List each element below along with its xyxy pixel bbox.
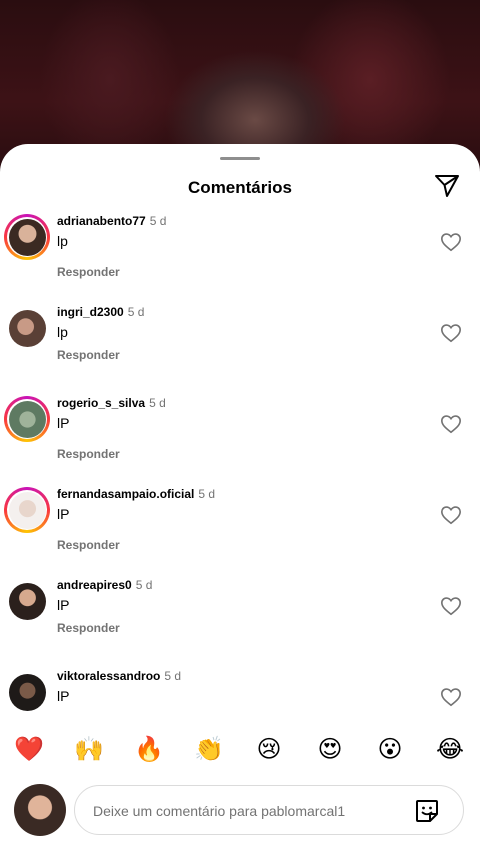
comment-item: adrianabento77 5 d lp Responder — [0, 212, 480, 302]
comment-text: lp — [57, 324, 68, 340]
share-button[interactable] — [432, 172, 462, 200]
paper-plane-icon — [435, 175, 459, 197]
comment-text: lP — [57, 415, 70, 431]
comment-list[interactable]: adrianabento77 5 d lp Responder ingri_d23… — [0, 212, 480, 712]
avatar[interactable] — [4, 669, 50, 712]
comment-time: 5 d — [149, 396, 166, 410]
comment-text: lP — [57, 506, 70, 522]
reply-button[interactable]: Responder — [57, 538, 120, 552]
comment-username[interactable]: rogerio_s_silva — [57, 396, 145, 410]
raising-hands-emoji-button[interactable]: 🙌 — [72, 734, 106, 764]
comment-username[interactable]: fernandasampaio.oficial — [57, 487, 194, 501]
comment-username[interactable]: adrianabento77 — [57, 214, 146, 228]
comment-text: lP — [57, 597, 70, 613]
comment-item: rogerio_s_silva 5 d lP Responder — [0, 394, 480, 484]
fire-emoji-button[interactable]: 🔥 — [132, 734, 166, 764]
comment-time: 5 d — [164, 669, 182, 683]
comment-input[interactable] — [91, 798, 405, 824]
heart-icon[interactable] — [440, 504, 462, 526]
comment-item: viktoralessandroo 5 d lP — [0, 667, 480, 712]
avatar[interactable] — [4, 578, 50, 624]
heart-icon[interactable] — [440, 413, 462, 435]
reply-button[interactable]: Responder — [57, 265, 120, 279]
avatar[interactable] — [4, 214, 50, 260]
heart-eyes-emoji-button[interactable]: 😍 — [313, 734, 347, 764]
avatar[interactable] — [4, 305, 50, 351]
comment-item: fernandasampaio.oficial 5 d lP Responder — [0, 485, 480, 575]
crying-emoji-button[interactable]: 😢 — [252, 734, 286, 764]
comment-time: 5 d — [198, 487, 216, 501]
comment-username[interactable]: ingri_d2300 — [57, 305, 124, 319]
heart-icon[interactable] — [440, 595, 462, 617]
heart-icon[interactable] — [440, 231, 462, 253]
comment-item: andreapires0 5 d lP Responder — [0, 576, 480, 666]
sheet-title: Comentários — [188, 178, 292, 197]
emoji-quick-bar: ❤️ 🙌 🔥 👏 😢 😍 😮 😂 — [0, 734, 480, 764]
comment-time: 5 d — [149, 214, 167, 228]
comment-time: 5 d — [135, 578, 153, 592]
comment-username[interactable]: andreapires0 — [57, 578, 132, 592]
current-user-avatar — [14, 784, 66, 836]
laughing-emoji-button[interactable]: 😂 — [433, 734, 467, 764]
reply-button[interactable]: Responder — [57, 621, 120, 635]
surprised-emoji-button[interactable]: 😮 — [373, 734, 407, 764]
comment-text: lp — [57, 233, 68, 249]
heart-emoji-button[interactable]: ❤️ — [12, 734, 46, 764]
comment-username[interactable]: viktoralessandroo — [57, 669, 160, 683]
comment-composer — [0, 782, 480, 838]
clapping-emoji-button[interactable]: 👏 — [192, 734, 226, 764]
avatar[interactable] — [4, 487, 50, 533]
comments-sheet: Comentários adrianabento77 5 d lp Respond… — [0, 144, 480, 854]
sticker-icon[interactable] — [413, 797, 441, 825]
comment-time: 5 d — [127, 305, 145, 319]
drag-handle[interactable] — [220, 157, 260, 160]
avatar[interactable] — [4, 396, 50, 442]
comment-item: ingri_d2300 5 d lp Responder — [0, 303, 480, 393]
heart-icon[interactable] — [440, 686, 462, 708]
heart-icon[interactable] — [440, 322, 462, 344]
comment-input-box — [74, 785, 464, 835]
reply-button[interactable]: Responder — [57, 348, 120, 362]
reply-button[interactable]: Responder — [57, 447, 120, 461]
comment-text: lP — [57, 688, 70, 704]
